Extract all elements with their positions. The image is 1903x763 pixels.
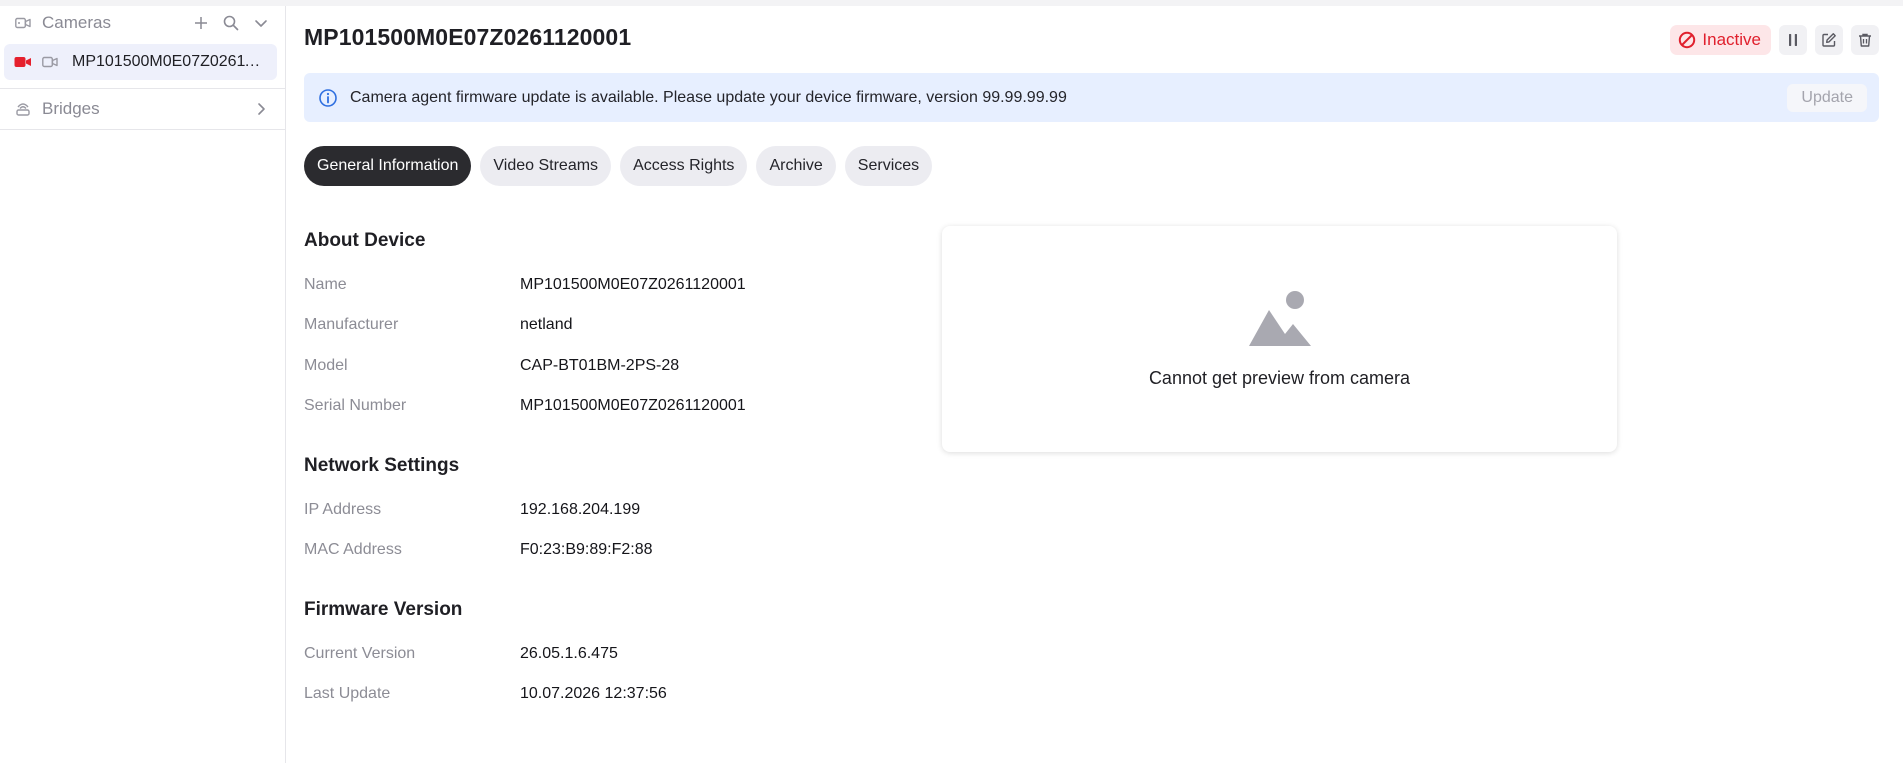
- chevron-right-icon[interactable]: [251, 99, 271, 119]
- pause-button[interactable]: [1779, 25, 1807, 55]
- bridges-label: Bridges: [42, 99, 100, 118]
- delete-button[interactable]: [1851, 25, 1879, 55]
- preview-message: Cannot get preview from camera: [1148, 367, 1411, 388]
- info-value: 26.05.1.6.475: [520, 645, 618, 662]
- image-placeholder-icon: [1247, 290, 1313, 348]
- info-value: CAP-BT01BM-2PS-28: [520, 357, 680, 374]
- info-value: MP101500M0E07Z0261120001: [520, 276, 746, 293]
- info-key: Manufacturer: [304, 316, 399, 333]
- pause-icon: [1789, 34, 1797, 46]
- info-value: F0:23:B9:89:F2:88: [520, 541, 653, 558]
- network-settings-heading: Network Settings: [304, 455, 460, 476]
- info-key: Model: [304, 357, 348, 374]
- info-row-current-version: Current Version 26.05.1.6.475: [304, 642, 1004, 666]
- info-row-serial-number: Serial Number MP101500M0E07Z0261120001: [304, 394, 1004, 418]
- info-row-last-update: Last Update 10.07.2026 12:37:56: [304, 682, 1004, 706]
- info-value: 192.168.204.199: [520, 501, 641, 518]
- main-content: MP101500M0E07Z0261120001 Inactive Camera…: [304, 6, 1879, 763]
- notice-message: Camera agent firmware update is availabl…: [350, 88, 1067, 106]
- bridges-section-header[interactable]: Bridges: [0, 88, 285, 130]
- status-badge: Inactive: [1670, 25, 1771, 55]
- sidebar-item-camera[interactable]: MP101500M0E07Z0261120001: [4, 44, 277, 80]
- info-row-mac-address: MAC Address F0:23:B9:89:F2:88: [304, 538, 1004, 562]
- trash-icon: [1859, 33, 1871, 47]
- camera-icon: [14, 14, 32, 32]
- header-actions: Inactive: [1670, 25, 1879, 55]
- tab-archive[interactable]: Archive: [756, 146, 836, 186]
- block-icon: [1678, 31, 1696, 49]
- tab-video-streams[interactable]: Video Streams: [480, 146, 612, 186]
- info-key: Serial Number: [304, 397, 407, 414]
- tab-services[interactable]: Services: [844, 146, 933, 186]
- info-row-name: Name MP101500M0E07Z0261120001: [304, 273, 1004, 297]
- info-key: Current Version: [304, 645, 416, 662]
- info-row-manufacturer: Manufacturer netland: [304, 313, 1004, 337]
- page-title: MP101500M0E07Z0261120001: [304, 24, 632, 50]
- info-key: Last Update: [304, 685, 391, 702]
- info-value: MP101500M0E07Z0261120001: [520, 397, 746, 414]
- status-label: Inactive: [1702, 30, 1761, 49]
- info-value: 10.07.2026 12:37:56: [520, 685, 667, 702]
- info-value: netland: [520, 316, 573, 333]
- edit-button[interactable]: [1815, 25, 1843, 55]
- recording-status-icon: [14, 56, 34, 68]
- info-icon: [318, 88, 338, 108]
- tab-general-information[interactable]: General Information: [304, 146, 472, 186]
- info-row-ip-address: IP Address 192.168.204.199: [304, 498, 1004, 522]
- camera-preview-card: Cannot get preview from camera: [942, 226, 1617, 452]
- firmware-version-heading: Firmware Version: [304, 599, 463, 620]
- cameras-section-header[interactable]: Cameras: [0, 6, 285, 40]
- camera-item-label: MP101500M0E07Z0261120001: [72, 53, 267, 70]
- add-icon[interactable]: [191, 13, 211, 33]
- edit-icon: [1822, 33, 1836, 47]
- info-row-model: Model CAP-BT01BM-2PS-28: [304, 354, 1004, 378]
- camera-icon: [42, 56, 62, 68]
- cameras-label: Cameras: [42, 13, 111, 32]
- update-button[interactable]: Update: [1787, 83, 1867, 112]
- search-icon[interactable]: [221, 13, 241, 33]
- sidebar: Cameras MP101500M0E07Z0261120001 Bridges: [0, 6, 286, 763]
- info-key: IP Address: [304, 501, 382, 518]
- tab-access-rights[interactable]: Access Rights: [620, 146, 748, 186]
- chevron-down-icon[interactable]: [251, 13, 271, 33]
- info-key: MAC Address: [304, 541, 402, 558]
- about-device-heading: About Device: [304, 230, 426, 251]
- info-key: Name: [304, 276, 347, 293]
- firmware-update-notice: Camera agent firmware update is availabl…: [304, 73, 1879, 122]
- tab-bar: General Information Video Streams Access…: [304, 146, 933, 186]
- bridge-icon: [14, 100, 32, 118]
